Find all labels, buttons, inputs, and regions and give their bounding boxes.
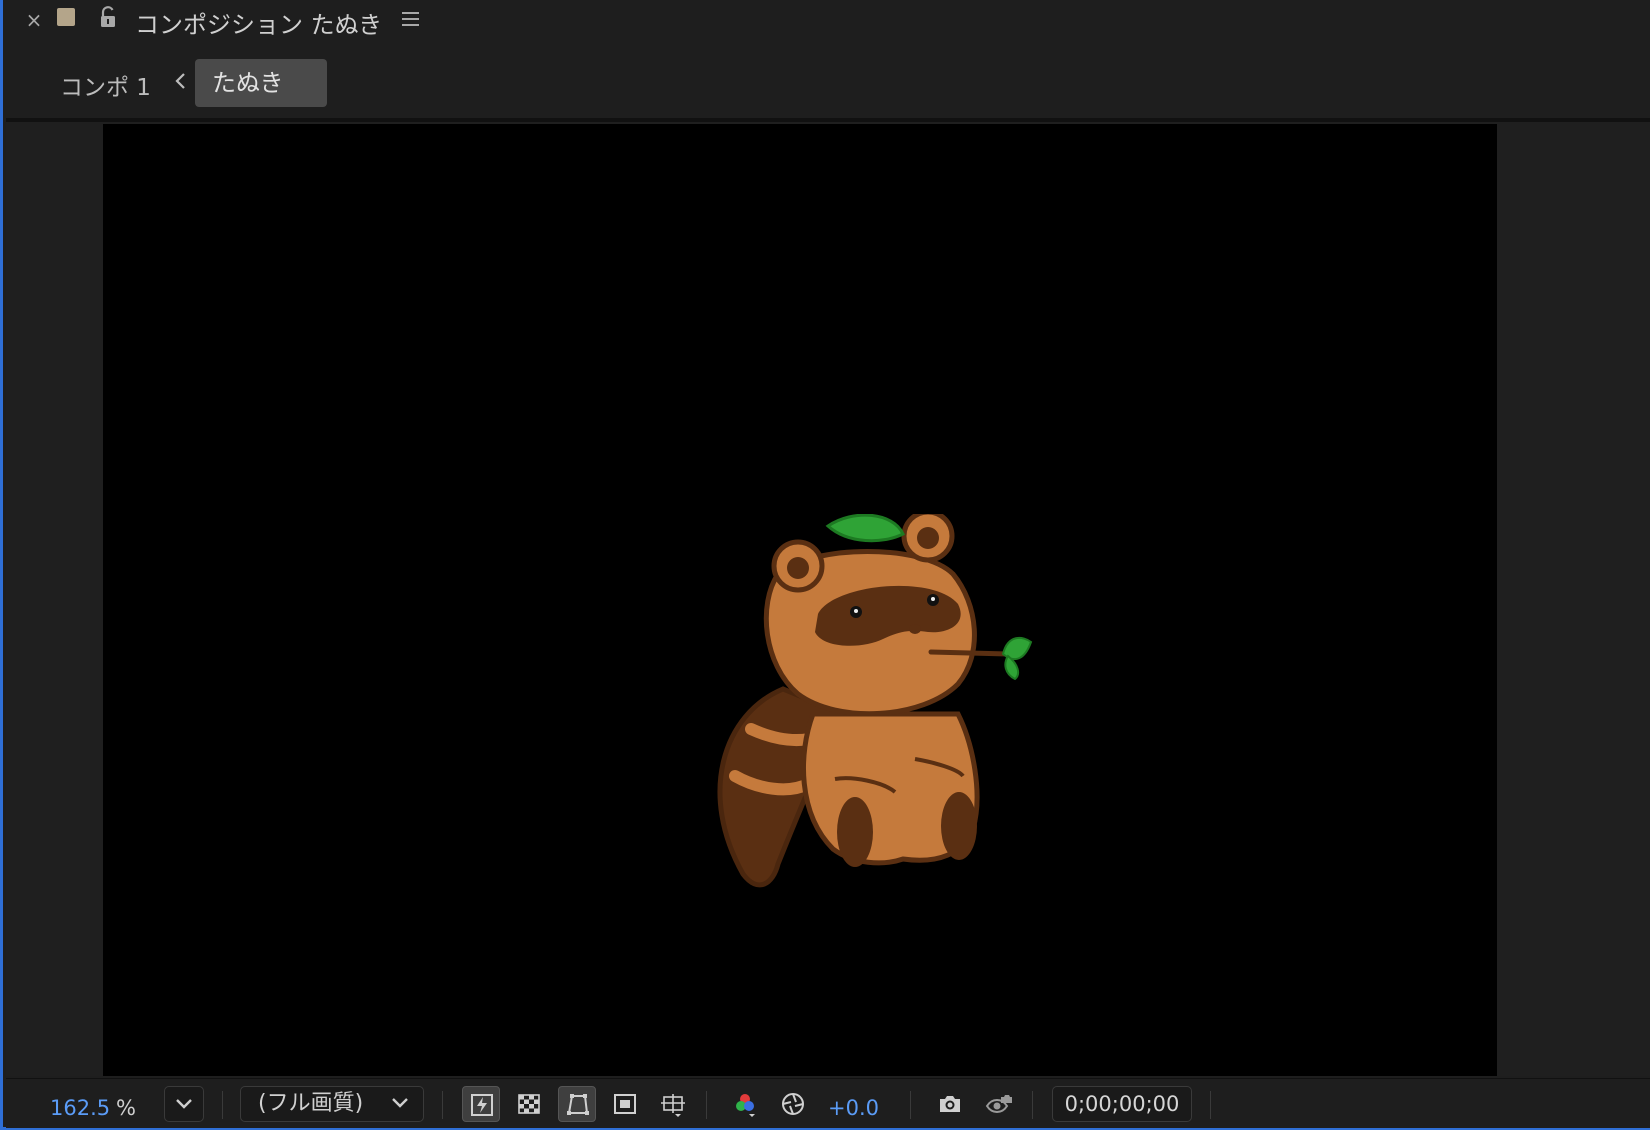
- chevron-down-icon: [392, 1098, 408, 1108]
- panel-menu-icon[interactable]: [401, 10, 421, 28]
- toolbar-separator: [442, 1091, 443, 1119]
- toolbar-separator: [1210, 1091, 1211, 1119]
- mask-path-button[interactable]: [558, 1086, 596, 1122]
- transparency-grid-button[interactable]: [510, 1086, 548, 1122]
- toolbar-separator: [706, 1091, 707, 1119]
- channel-button[interactable]: [726, 1086, 764, 1122]
- chevron-left-icon: [173, 70, 189, 92]
- panel-title-bar: × コンポジション たぬき: [3, 0, 1650, 44]
- reset-exposure-icon: [782, 1093, 804, 1115]
- toolbar-separator: [222, 1091, 223, 1119]
- composition-canvas[interactable]: [103, 124, 1497, 1076]
- tanuki-illustration: [717, 514, 1033, 888]
- zoom-dropdown[interactable]: [164, 1086, 204, 1122]
- region-of-interest-button[interactable]: [606, 1086, 644, 1122]
- take-snapshot-button[interactable]: [930, 1086, 968, 1122]
- exposure-value[interactable]: +0.0: [828, 1096, 879, 1120]
- resolution-dropdown[interactable]: (フル画質): [240, 1086, 424, 1122]
- toolbar-separator: [910, 1091, 911, 1119]
- label-color-swatch[interactable]: [57, 8, 75, 26]
- snapshot-icon: [940, 1096, 960, 1112]
- reset-exposure-button[interactable]: [774, 1086, 812, 1122]
- channel-rgb-icon: [736, 1094, 755, 1117]
- transparency-grid-icon: [518, 1094, 540, 1114]
- fast-previews-icon: [471, 1094, 493, 1116]
- zoom-value[interactable]: 162.5: [50, 1096, 110, 1120]
- zoom-unit: %: [116, 1096, 136, 1120]
- resolution-label: (フル画質): [258, 1091, 364, 1116]
- toolbar-separator: [1032, 1091, 1033, 1119]
- fast-previews-button[interactable]: [462, 1086, 500, 1122]
- lock-icon[interactable]: [98, 6, 118, 28]
- show-snapshot-button[interactable]: [978, 1086, 1016, 1122]
- current-time-display[interactable]: 0;00;00;00: [1052, 1086, 1192, 1122]
- show-snapshot-icon: [985, 1095, 1012, 1113]
- panel-title: コンポジション たぬき: [135, 11, 383, 39]
- chevron-down-icon: [176, 1099, 192, 1109]
- composition-panel: × コンポジション たぬき コンポ 1 たぬき 162.5 % (フル画質) +…: [0, 0, 1650, 1130]
- guides-grid-button[interactable]: [654, 1086, 692, 1122]
- breadcrumb-item-tanuki[interactable]: たぬき: [195, 59, 327, 107]
- region-of-interest-icon: [614, 1094, 636, 1114]
- composition-breadcrumb: コンポ 1 たぬき: [3, 44, 1650, 116]
- breadcrumb-item-comp1[interactable]: コンポ 1: [60, 68, 151, 102]
- guides-grid-icon: [661, 1094, 685, 1117]
- close-icon[interactable]: ×: [23, 8, 45, 32]
- mask-path-icon: [567, 1094, 589, 1115]
- viewer-toolbar: 162.5 % (フル画質) +0.0 0;00;00;00: [6, 1078, 1650, 1128]
